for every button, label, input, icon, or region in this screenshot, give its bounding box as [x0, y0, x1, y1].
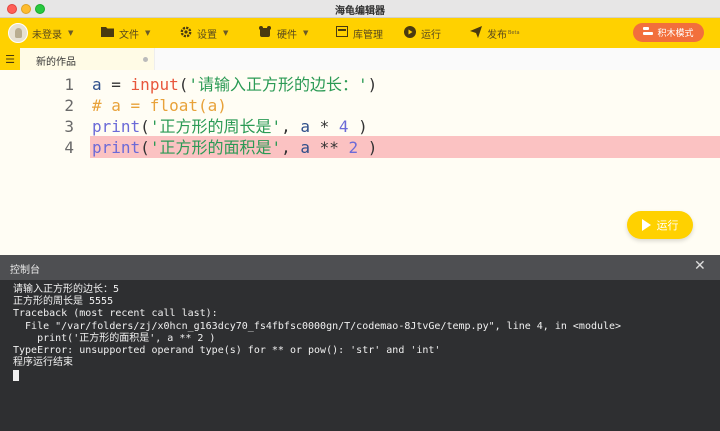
code-line[interactable]: print('正方形的周长是', a * 4 )	[0, 116, 720, 138]
code-token: =	[101, 75, 131, 94]
play-icon	[404, 25, 416, 41]
hardware-menu[interactable]: 硬件 ▼	[258, 18, 308, 48]
console-line: 程序运行结束	[13, 357, 73, 369]
code-text: # a = float(a)	[92, 95, 227, 117]
code-token: (	[140, 117, 150, 136]
tab-new-work[interactable]: 新的作品	[20, 48, 155, 70]
console-line: 请输入正方形的边长：5	[13, 284, 120, 295]
code-line[interactable]: # a = float(a)	[0, 95, 720, 117]
run-menu-label: 运行	[421, 29, 441, 41]
code-token: # a = float(a)	[92, 96, 227, 115]
code-text: print('正方形的面积是', a ** 2 )	[92, 137, 377, 159]
console-line: File "/var/folders/zj/x0hcn_g163dcy70_fs…	[13, 320, 622, 332]
code-token: (	[140, 138, 150, 157]
settings-menu[interactable]: 设置 ▼	[180, 18, 228, 48]
publish-label: 发布	[487, 29, 507, 41]
code-token: '请输入正方形的边长：'	[188, 75, 368, 94]
run-button-label: 运行	[656, 219, 679, 232]
code-line[interactable]: print('正方形的面积是', a ** 2 )	[0, 137, 720, 159]
console-title: 控制台	[10, 265, 40, 276]
code-token: )	[367, 75, 378, 94]
code-token: 4	[338, 117, 349, 136]
file-label: 文件	[119, 29, 139, 41]
console-header: 控制台 ✕	[0, 255, 720, 280]
main-toolbar: 未登录 ▼ 文件 ▼ 设置 ▼ 硬件 ▼ 库管理 运行 发布 Beta 积木模式	[0, 18, 720, 48]
chip-icon	[258, 25, 272, 41]
code-line[interactable]: a = input('请输入正方形的边长：')	[0, 74, 720, 96]
chevron-down-icon: ▼	[303, 29, 309, 37]
console-line: Traceback (most recent call last):	[13, 308, 218, 320]
run-button[interactable]: 运行	[627, 211, 693, 239]
code-token: ,	[281, 138, 301, 157]
code-token: print	[92, 117, 141, 136]
code-token: *	[310, 117, 339, 136]
window-titlebar: 海龟编辑器	[0, 0, 720, 18]
code-token: ,	[281, 117, 301, 136]
library-button[interactable]: 库管理	[336, 18, 383, 48]
code-token: (	[178, 75, 189, 94]
chevron-down-icon: ▼	[145, 29, 151, 37]
blocks-icon	[643, 26, 654, 39]
send-icon	[470, 25, 482, 41]
run-menu-button[interactable]: 运行	[404, 18, 441, 48]
code-token: '正方形的周长是'	[149, 117, 282, 136]
play-icon	[641, 219, 651, 231]
code-editor[interactable]: 1a = input('请输入正方形的边长：') 2 # a = float(a) 3…	[0, 70, 720, 255]
code-token: a	[300, 117, 310, 136]
avatar	[8, 23, 28, 43]
code-token: **	[310, 138, 349, 157]
code-text: print('正方形的周长是', a * 4 )	[92, 116, 368, 138]
menu-icon[interactable]: ☰	[0, 48, 20, 70]
beta-badge: Beta	[508, 30, 520, 36]
console-line: 正方形的周长是 5555	[13, 296, 114, 308]
console-output[interactable]: 请输入正方形的边长：5 正方形的周长是 5555 Traceback (most r…	[0, 280, 720, 431]
code-token: )	[348, 117, 368, 136]
code-token: 2	[348, 138, 359, 157]
console-line: print('正方形的面积是', a ** 2 )	[13, 332, 216, 344]
login-label: 未登录	[32, 29, 62, 41]
hardware-label: 硬件	[277, 29, 297, 41]
publish-button[interactable]: 发布 Beta	[470, 18, 520, 48]
code-token: input	[130, 75, 179, 94]
unsaved-dot-icon[interactable]	[143, 57, 148, 62]
file-menu[interactable]: 文件 ▼	[101, 18, 150, 48]
code-text: a = input('请输入正方形的边长：')	[92, 74, 377, 96]
gear-icon	[180, 26, 192, 41]
console-cursor	[13, 370, 19, 381]
settings-label: 设置	[197, 29, 217, 41]
library-label: 库管理	[353, 29, 383, 41]
code-token: '正方形的面积是'	[149, 138, 282, 157]
block-mode-label: 积木模式	[657, 29, 694, 39]
chevron-down-icon: ▼	[68, 29, 74, 37]
code-token: a	[300, 138, 310, 157]
code-token: print	[92, 138, 141, 157]
code-token: a	[92, 75, 102, 94]
code-token: )	[358, 138, 378, 157]
library-icon	[336, 26, 348, 40]
tab-label: 新的作品	[36, 57, 76, 68]
console-line: TypeError: unsupported operand type(s) f…	[13, 345, 441, 356]
close-icon[interactable]: ✕	[694, 258, 706, 274]
login-menu[interactable]: 未登录 ▼	[8, 18, 73, 48]
block-mode-button[interactable]: 积木模式	[633, 23, 704, 42]
folder-icon	[101, 26, 114, 40]
window-title: 海龟编辑器	[335, 6, 385, 17]
chevron-down-icon: ▼	[223, 29, 229, 37]
